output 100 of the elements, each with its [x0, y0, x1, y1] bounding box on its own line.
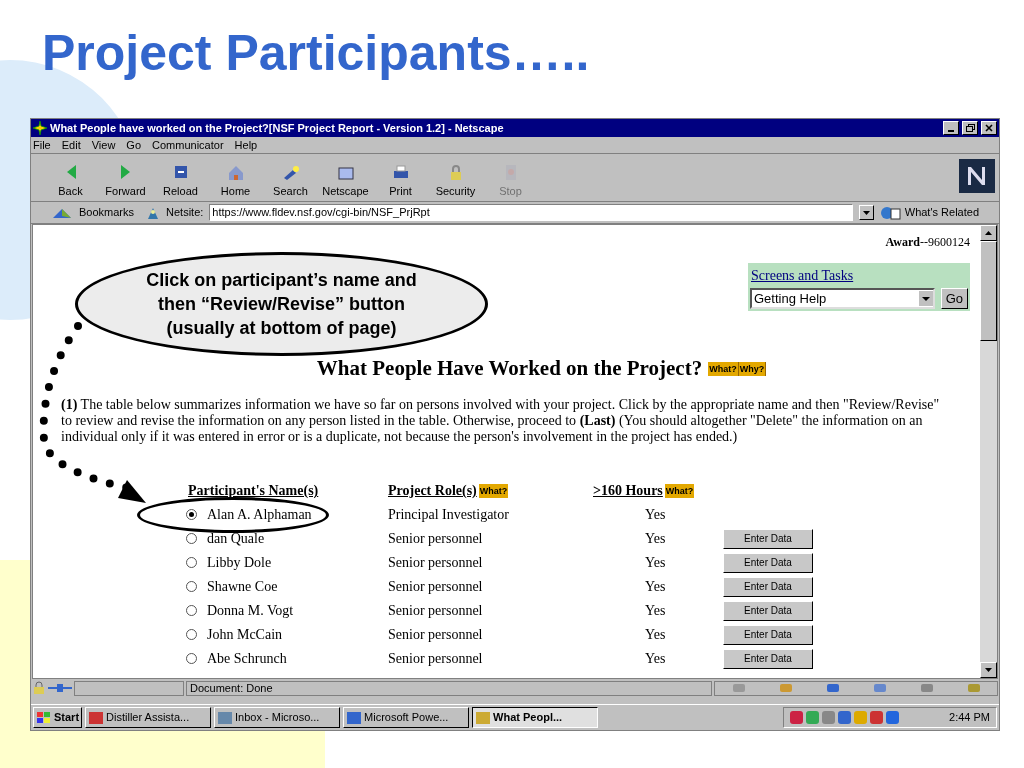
tray-icon [870, 711, 883, 724]
scrollbar-thumb[interactable] [980, 241, 997, 341]
participant-name: Donna M. Vogt [207, 602, 294, 620]
netsite-label: Netsite: [166, 205, 204, 221]
table-cell-text: Principal Investigator [388, 506, 510, 524]
participant-name: Shawne Coe [207, 578, 278, 596]
toolbar-button[interactable]: Home [208, 163, 263, 198]
status-text: Document: Done [186, 680, 712, 696]
toolbar-button[interactable]: Security [428, 163, 483, 198]
table-cell-text: Yes [644, 602, 667, 620]
help-button[interactable]: What? [478, 483, 509, 498]
bookmarks-button[interactable]: Bookmarks [79, 204, 135, 221]
close-icon [985, 124, 993, 132]
radio-button[interactable] [186, 653, 197, 664]
url-field[interactable]: https://www.fldev.nsf.gov/cgi-bin/NSF_PrjRpt [209, 204, 853, 221]
scroll-down-arrow-icon [985, 668, 992, 672]
whats-related-button[interactable]: What's Related [879, 204, 979, 221]
starburst-icon [33, 121, 47, 135]
participant-name: Alan A. Alphaman [207, 506, 312, 524]
enter-data-button[interactable]: Enter Data [723, 624, 813, 645]
radio-button[interactable] [186, 509, 197, 520]
app-icon [89, 711, 104, 724]
dropdown-arrow-button[interactable] [858, 205, 874, 220]
enter-data-button[interactable]: Enter Data [723, 576, 813, 597]
column-header: Project Role(s) [388, 482, 477, 500]
table-cell-text: Yes [644, 506, 667, 524]
toolbar-button[interactable]: Forward [98, 163, 153, 198]
start-button[interactable]: Start [33, 707, 83, 728]
enter-data-button[interactable]: Enter Data [723, 552, 813, 573]
help-button[interactable]: Why? [738, 361, 767, 376]
menu-item[interactable]: Edit [61, 136, 81, 154]
scroll-up-arrow-icon [985, 231, 992, 235]
table-cell-text: Yes [644, 626, 667, 644]
toolbar-button[interactable]: Netscape [318, 163, 373, 198]
toolbar-button[interactable]: Print [373, 163, 428, 198]
tray-icon [822, 711, 835, 724]
participant-name: John McCain [207, 626, 283, 644]
participant-name: Abe Schrunch [207, 650, 287, 668]
table-cell-text: Senior personnel [388, 626, 484, 644]
table-cell-text: Senior personnel [388, 530, 484, 548]
app-icon [476, 711, 491, 724]
table-cell-text: Yes [644, 530, 667, 548]
maximize-button[interactable] [962, 121, 978, 135]
app-icon [347, 711, 362, 724]
menu-item[interactable]: Help [234, 136, 258, 154]
maximize-icon [965, 124, 975, 132]
enter-data-button[interactable]: Enter Data [723, 648, 813, 669]
tray-icon [838, 711, 851, 724]
table-cell-text: Senior personnel [388, 650, 484, 668]
toolbar-button[interactable]: Back [43, 163, 98, 198]
clock: 2:44 PM [949, 710, 990, 726]
table-cell-text: Senior personnel [388, 554, 484, 572]
tray-icon [790, 711, 803, 724]
table-cell-text: Yes [644, 554, 667, 572]
table-cell-text: Yes [644, 650, 667, 668]
menu-item[interactable]: File [33, 136, 51, 154]
app-icon [218, 711, 233, 724]
column-header: Participant's Name(s) [188, 482, 319, 500]
taskbar-button[interactable]: What Peopl... [472, 707, 599, 728]
enter-data-button[interactable]: Enter Data [723, 600, 813, 621]
dropdown-arrow-icon [862, 210, 870, 215]
menu-item[interactable]: Go [126, 136, 142, 154]
help-button[interactable]: What? [664, 483, 695, 498]
column-header: >160 Hours [593, 482, 663, 500]
task-select[interactable]: Getting Help [750, 288, 935, 309]
tray-icon [886, 711, 899, 724]
toolbar-button[interactable]: Reload [153, 163, 208, 198]
taskbar-button[interactable]: Distiller Assista... [85, 707, 212, 728]
padlock-icon [32, 681, 46, 695]
tray-icon [854, 711, 867, 724]
go-button[interactable]: Go [940, 288, 968, 309]
radio-button[interactable] [186, 629, 197, 640]
screens-tasks-link[interactable]: Screens and Tasks [750, 265, 855, 286]
enter-data-button[interactable]: Enter Data [723, 528, 813, 549]
tray-icon [806, 711, 819, 724]
page-heading: What People Have Worked on the Project? [316, 355, 703, 382]
table-cell-text: Yes [644, 578, 667, 596]
radio-button[interactable] [186, 557, 197, 568]
award-number: Award--9600124 [884, 234, 971, 251]
vertical-scrollbar[interactable] [980, 225, 997, 678]
taskbar-button[interactable]: Microsoft Powe... [343, 707, 470, 728]
radio-button[interactable] [186, 581, 197, 592]
window-title: What People have worked on the Project?[NSF Project Report - Version 1.2] - Netscape [50, 120, 505, 136]
radio-button[interactable] [186, 605, 197, 616]
menu-item[interactable]: View [91, 136, 116, 154]
connection-icon [48, 682, 72, 694]
taskbar-button[interactable]: Inbox - Microso... [214, 707, 341, 728]
radio-button[interactable] [186, 533, 197, 544]
netscape-logo [959, 159, 995, 193]
help-button[interactable]: What? [708, 361, 739, 376]
intro-paragraph: (1) The table below summarizes information we have so far on persons involved with your project. Click by the appropriate name and then "Review/Revise" to review and revise the information on any person listed in the table. Otherwise, proceed to (Last) (You should altogether "Delete" the information on an individual only if it was entered in error or is a duplicate, not because the person's involvement in the project has ended.) [60, 396, 941, 445]
table-cell-text: Senior personnel [388, 578, 484, 596]
close-button[interactable] [981, 121, 997, 135]
menu-item[interactable]: Communicator [152, 136, 224, 154]
participant-name: dan Quale [207, 530, 265, 548]
participant-name: Libby Dole [207, 554, 272, 572]
slide-title: Project Participants….. [42, 28, 590, 78]
minimize-button[interactable] [943, 121, 959, 135]
toolbar-button[interactable]: Search [263, 163, 318, 198]
windows-flag-icon [36, 710, 52, 725]
